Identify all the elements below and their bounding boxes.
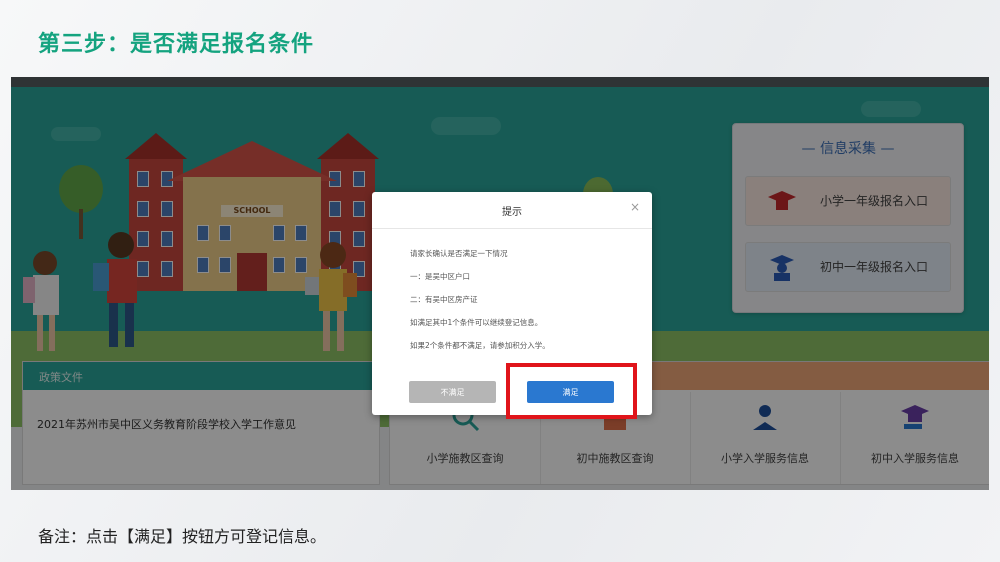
slide-note: 备注：点击【满足】按钮方可登记信息。 bbox=[38, 527, 327, 546]
dialog-header: 提示 × bbox=[372, 192, 652, 229]
dialog-line: 如满足其中1个条件可以继续登记信息。 bbox=[410, 318, 543, 327]
slide-title: 第三步：是否满足报名条件 bbox=[38, 32, 315, 57]
dialog-line: 一：是吴中区户口 bbox=[410, 272, 470, 281]
browser-topbar bbox=[11, 77, 989, 87]
dialog-line: 如果2个条件都不满足，请参加积分入学。 bbox=[410, 341, 550, 350]
dialog-line: 二：有吴中区房产证 bbox=[410, 295, 478, 304]
dialog-line: 请家长确认是否满足一下情况 bbox=[410, 249, 508, 258]
dialog-title: 提示 bbox=[502, 207, 522, 218]
not-satisfied-button[interactable]: 不满足 bbox=[409, 381, 496, 403]
highlight-box bbox=[506, 363, 637, 419]
close-icon[interactable]: × bbox=[630, 200, 640, 214]
